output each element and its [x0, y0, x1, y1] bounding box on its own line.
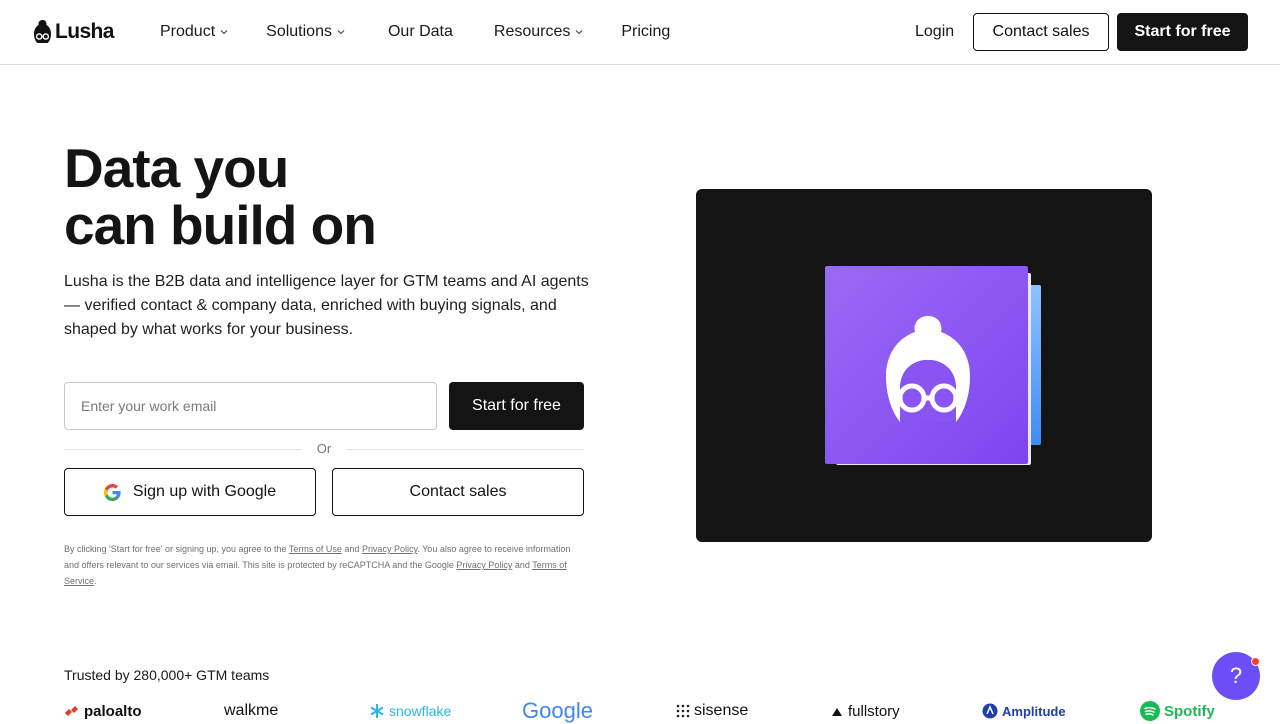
trusted-by-label: Trusted by 280,000+ GTM teams [64, 667, 270, 683]
google-logo-text: Google [522, 698, 593, 723]
hero-title: Data you can build on [64, 140, 584, 254]
contact-sales-button[interactable]: Contact sales [332, 468, 584, 516]
google-icon [103, 483, 121, 501]
top-nav: Lusha Product Solutions Our Data Resourc… [0, 0, 1280, 65]
work-email-input[interactable] [64, 382, 437, 430]
notification-dot [1251, 657, 1260, 666]
amplitude-text: Amplitude [1002, 703, 1066, 719]
chevron-down-icon [220, 30, 228, 35]
spotify-text: Spotify [1164, 702, 1215, 720]
nav-solutions-label: Solutions [266, 23, 332, 40]
start-free-nav-button[interactable]: Start for free [1117, 13, 1248, 51]
customer-logos: paloalto walkme snowflake Google sisense… [64, 698, 1215, 723]
amplitude-icon [982, 703, 998, 719]
spotify-icon [1140, 701, 1160, 721]
nav-solutions[interactable]: Solutions [266, 23, 345, 41]
google-signup-label: Sign up with Google [132, 483, 277, 500]
nav-our-data-label: Our Data [387, 23, 453, 40]
google-signup-button[interactable]: Sign up with Google [64, 468, 316, 516]
legal-disclaimer: By clicking 'Start for free' or signing … [64, 541, 574, 589]
sisense-logo: sisense [676, 700, 748, 722]
fullstory-text: fullstory [848, 702, 900, 720]
legal-end: . [94, 576, 97, 586]
or-label: Or [316, 441, 332, 456]
hero-visual [696, 189, 1152, 542]
spotify-logo: Spotify [1140, 700, 1215, 722]
nav-resources-label: Resources [493, 23, 571, 40]
terms-of-use-link[interactable]: Terms of Use [289, 544, 342, 554]
walkme-text: walkme [224, 702, 279, 719]
chevron-down-icon [337, 30, 345, 35]
snowflake-icon [370, 704, 384, 718]
nav-resources[interactable]: Resources [494, 23, 583, 41]
privacy-policy-link[interactable]: Privacy Policy [362, 544, 417, 554]
hero-description: Lusha is the B2B data and intelligence l… [64, 273, 589, 338]
logo-text: Lusha [55, 19, 114, 43]
hero-title-line-1: Data you [64, 137, 289, 199]
hero-title-line-2: can build on [64, 194, 377, 256]
fullstory-logo: fullstory [830, 700, 900, 722]
legal-and-1: and [341, 544, 362, 554]
google-logo: Google [522, 698, 593, 723]
legal-and-2: and [512, 560, 533, 570]
nav-pricing[interactable]: Pricing [621, 23, 670, 41]
main-menu: Product Solutions Our Data Resources Pri… [160, 0, 670, 64]
lusha-logo-icon [34, 20, 51, 43]
google-privacy-policy-link[interactable]: Privacy Policy [456, 560, 512, 570]
snowflake-text: snowflake [389, 703, 452, 719]
walkme-logo: walkme [224, 700, 278, 722]
legal-text-1: By clicking 'Start for free' or signing … [64, 544, 289, 554]
paloalto-icon [65, 706, 78, 716]
fullstory-icon [832, 708, 842, 716]
lusha-avatar-icon [886, 316, 970, 422]
nav-our-data[interactable]: Our Data [388, 23, 453, 41]
contact-sales-nav-button[interactable]: Contact sales [973, 13, 1109, 51]
or-divider: Or [64, 440, 584, 458]
chevron-down-icon [575, 30, 583, 35]
visual-front-card [825, 266, 1028, 464]
lusha-logo[interactable]: Lusha [33, 19, 114, 44]
nav-product-label: Product [160, 23, 216, 40]
login-link[interactable]: Login [915, 23, 954, 41]
start-free-button[interactable]: Start for free [449, 382, 584, 430]
snowflake-logo: snowflake [369, 700, 451, 722]
sisense-text: sisense [694, 702, 749, 719]
paloalto-text: paloalto [84, 702, 142, 720]
question-icon: ? [1229, 663, 1243, 688]
amplitude-logo: Amplitude [982, 700, 1066, 722]
nav-product[interactable]: Product [160, 23, 228, 41]
nav-pricing-label: Pricing [621, 23, 671, 40]
paloalto-logo: paloalto [64, 700, 142, 722]
sisense-icon [676, 704, 690, 718]
